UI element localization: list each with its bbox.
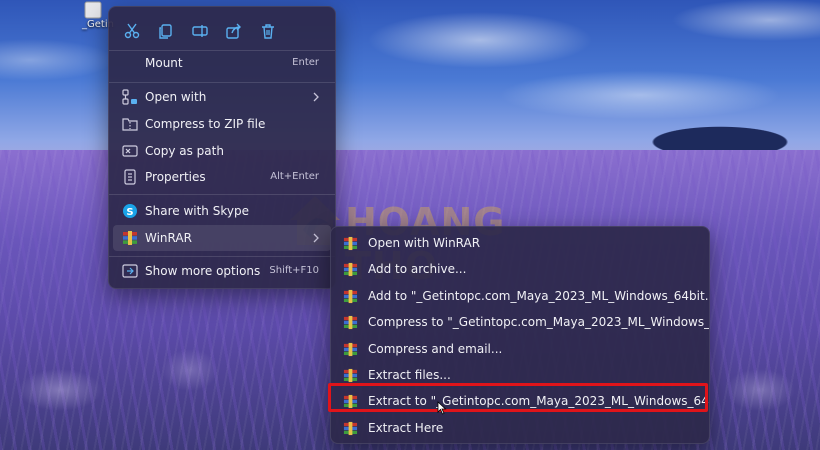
menu-item-share-skype[interactable]: S Share with Skype: [113, 198, 331, 224]
submenu-item-label: Extract files...: [368, 368, 451, 382]
submenu-item-add-to-archive[interactable]: Add to archive...: [334, 256, 706, 282]
submenu-item-label: Open with WinRAR: [368, 236, 481, 250]
cut-icon: [124, 23, 140, 39]
submenu-item-add-to-rar[interactable]: Add to "_Getintopc.com_Maya_2023_ML_Wind…: [334, 283, 709, 309]
rename-button[interactable]: [183, 13, 217, 49]
menu-separator: [109, 256, 335, 257]
svg-text:S: S: [126, 207, 133, 218]
chevron-right-icon: [313, 92, 319, 102]
menu-item-label: Show more options: [145, 264, 261, 278]
winrar-icon: [343, 289, 358, 304]
copy-button[interactable]: [149, 13, 183, 49]
submenu-item-label: Compress to "_Getintopc.com_Maya_2023_ML…: [368, 315, 710, 329]
context-menu-toolbar: [115, 13, 329, 49]
winrar-icon: [343, 236, 358, 251]
winrar-icon: [343, 262, 358, 277]
menu-item-mount[interactable]: Mount Enter: [113, 50, 331, 76]
menu-item-label: Compress to ZIP file: [145, 117, 266, 131]
winrar-icon: [343, 368, 358, 383]
submenu-item-open-with-winrar[interactable]: Open with WinRAR: [334, 230, 706, 256]
chevron-right-icon: [313, 233, 319, 243]
menu-item-compress-zip[interactable]: Compress to ZIP file: [113, 111, 331, 137]
menu-item-properties[interactable]: Properties Alt+Enter: [113, 164, 331, 190]
copy-icon: [159, 24, 172, 39]
delete-button[interactable]: [251, 13, 285, 49]
open-with-icon: [122, 89, 137, 105]
rename-icon: [192, 25, 208, 37]
cut-button[interactable]: [115, 13, 149, 49]
menu-item-open-with[interactable]: Open with: [113, 84, 331, 110]
delete-icon: [262, 24, 274, 39]
properties-icon: [124, 169, 136, 185]
winrar-icon: [343, 315, 358, 330]
menu-item-label: Open with: [145, 90, 207, 104]
menu-item-label: WinRAR: [145, 231, 192, 245]
menu-item-copy-path[interactable]: Copy as path: [113, 138, 331, 164]
share-icon: [226, 23, 241, 39]
submenu-item-compress-and-email[interactable]: Compress and email...: [334, 336, 706, 362]
menu-item-show-more-options[interactable]: Show more options Shift+F10: [113, 258, 331, 284]
menu-item-label: Copy as path: [145, 144, 224, 158]
submenu-item-compress-to-rar[interactable]: Compress to "_Getintopc.com_Maya_2023_ML…: [334, 309, 709, 335]
mouse-cursor-icon: [437, 401, 447, 415]
zip-folder-icon: [122, 118, 138, 131]
submenu-item-label: Add to archive...: [368, 262, 467, 276]
winrar-icon: [343, 421, 358, 436]
menu-item-shortcut: Shift+F10: [269, 265, 319, 276]
wallpaper-treeline: [610, 112, 820, 152]
skype-icon: S: [123, 204, 137, 218]
submenu-item-label: Compress and email...: [368, 342, 503, 356]
file-context-menu: Mount Enter Open with Compress to ZIP fi…: [108, 6, 336, 289]
menu-item-label: Share with Skype: [145, 204, 249, 218]
menu-separator: [109, 194, 335, 195]
menu-item-label: Mount: [145, 56, 183, 70]
archive-file-icon: [84, 1, 102, 19]
menu-item-shortcut: Enter: [292, 57, 319, 68]
winrar-icon: [343, 342, 358, 357]
show-more-options-icon: [122, 264, 138, 278]
submenu-item-extract-here[interactable]: Extract Here: [334, 415, 706, 441]
submenu-item-label: Add to "_Getintopc.com_Maya_2023_ML_Wind…: [368, 289, 710, 303]
share-button[interactable]: [217, 13, 251, 49]
submenu-item-label: Extract Here: [368, 421, 444, 435]
copy-path-icon: [122, 145, 138, 157]
menu-separator: [109, 82, 335, 83]
winrar-icon: [123, 231, 137, 245]
menu-item-shortcut: Alt+Enter: [270, 171, 319, 182]
menu-item-winrar[interactable]: WinRAR: [113, 225, 331, 251]
annotation-highlight-box: [328, 383, 708, 412]
menu-item-label: Properties: [145, 170, 206, 184]
